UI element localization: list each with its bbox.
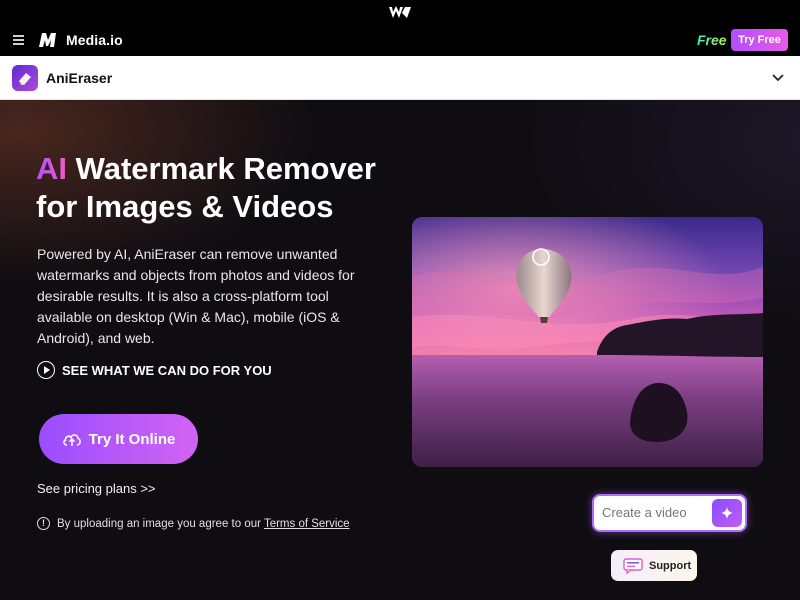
see-what-link[interactable]: SEE WHAT WE CAN DO FOR YOU (37, 361, 272, 379)
create-video-input[interactable] (602, 505, 702, 520)
product-bar: AniEraser (0, 56, 800, 100)
support-label: Support (649, 559, 692, 572)
play-icon (37, 361, 55, 379)
see-what-label: SEE WHAT WE CAN DO FOR YOU (62, 362, 272, 378)
brand-name[interactable]: Media.io (66, 32, 123, 48)
chevron-down-icon[interactable] (771, 72, 785, 84)
upload-note: ! By uploading an image you agree to our… (37, 517, 350, 530)
try-it-online-button[interactable]: Try It Online (39, 414, 198, 464)
upload-note-text: By uploading an image you agree to our (57, 517, 264, 530)
try-it-online-label: Try It Online (88, 430, 176, 448)
pricing-link[interactable]: See pricing plans >> (37, 481, 156, 496)
site-header: Media.io Free (0, 24, 800, 56)
support-button[interactable]: Support (611, 550, 697, 581)
sunset-balloon-image (412, 217, 763, 467)
hero-title-accent: AI (36, 151, 67, 186)
create-video-widget (592, 494, 747, 532)
chat-bubble-icon (623, 557, 643, 574)
hamburger-icon[interactable] (13, 35, 24, 45)
anieraser-logo-icon[interactable] (12, 65, 38, 91)
top-strip (0, 0, 800, 24)
wondershare-logo-icon[interactable] (388, 5, 412, 20)
product-name[interactable]: AniEraser (46, 70, 112, 86)
hero-title: AI Watermark Remover for Images & Videos (36, 150, 416, 226)
generate-button[interactable] (712, 499, 742, 527)
try-free-button[interactable]: Try Free (731, 29, 788, 51)
sparkle-icon (721, 507, 733, 519)
info-icon: ! (37, 517, 50, 530)
hero-title-rest: Watermark Remover for Images & Videos (36, 151, 376, 224)
hero-image (412, 217, 763, 467)
free-badge: Free (697, 32, 727, 48)
hero-description: Powered by AI, AniEraser can remove unwa… (37, 246, 355, 346)
media-io-logo-icon[interactable] (38, 32, 58, 48)
cloud-upload-icon (62, 434, 81, 446)
terms-link[interactable]: Terms of Service (264, 518, 350, 530)
